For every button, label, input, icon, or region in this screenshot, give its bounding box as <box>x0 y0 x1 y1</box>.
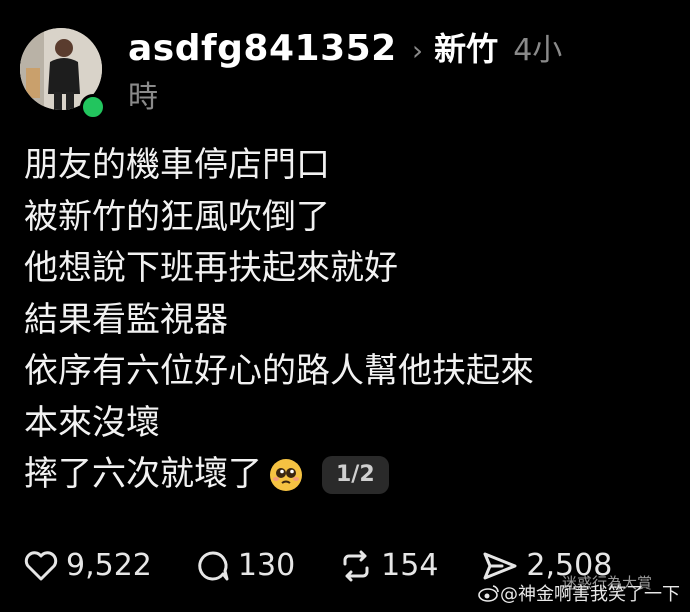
comment-icon <box>198 550 229 580</box>
chevron-right-icon: › <box>411 34 424 67</box>
post-line: 依序有六位好心的路人幫他扶起來 <box>24 351 534 391</box>
comment-count: 130 <box>237 548 296 583</box>
post-line: 摔了六次就壞了 <box>24 454 262 494</box>
post-line: 他想說下班再扶起來就好 <box>24 248 398 288</box>
location-tag[interactable]: 新竹 <box>434 30 498 68</box>
online-status-dot <box>80 94 106 120</box>
post-body: 朋友的機車停店門口 被新竹的狂風吹倒了 他想說下班再扶起來就好 結果看監視器 依… <box>24 140 664 501</box>
post-header: asdfg841352 › 新竹 4小 時 <box>128 24 648 116</box>
repost-button[interactable]: 154 <box>339 548 438 583</box>
repost-count: 154 <box>381 548 439 583</box>
comment-button[interactable]: 130 <box>196 548 295 583</box>
like-button[interactable]: 9,522 <box>24 548 152 583</box>
post-line: 朋友的機車停店門口 <box>24 145 330 185</box>
post-time-continued: 時 <box>128 80 158 115</box>
weibo-logo-icon <box>478 585 499 602</box>
repost-icon <box>343 550 369 581</box>
pleading-face-emoji-icon <box>270 458 302 491</box>
post-line-last: 摔了六次就壞了 1/2 <box>24 449 664 501</box>
weibo-watermark: @神金啊害我笑了一下 <box>478 580 680 606</box>
watermark-text: @神金啊害我笑了一下 <box>500 584 680 605</box>
heart-icon <box>24 550 58 580</box>
post-line: 被新竹的狂風吹倒了 <box>24 196 330 237</box>
page-indicator: 1/2 <box>322 455 389 494</box>
like-count: 9,522 <box>66 548 152 583</box>
post-time: 4小 <box>513 33 563 68</box>
post-line: 本來沒壞 <box>24 402 160 443</box>
send-icon <box>483 552 517 579</box>
username[interactable]: asdfg841352 <box>128 28 397 69</box>
post-line: 結果看監視器 <box>24 299 228 340</box>
